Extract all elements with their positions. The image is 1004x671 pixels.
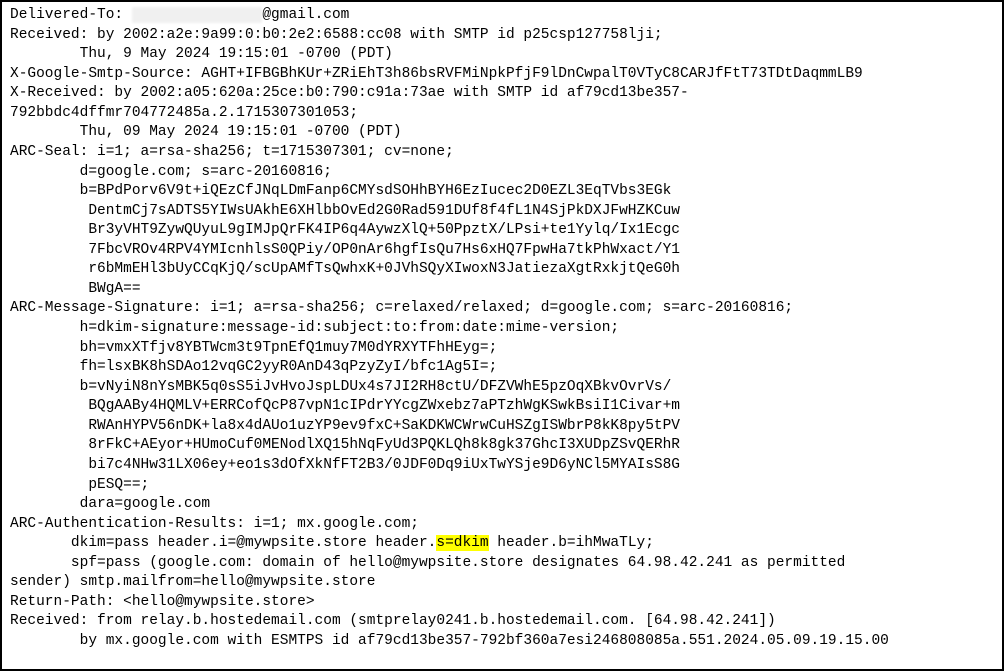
dkim-selector-highlight: s=dkim bbox=[436, 535, 488, 551]
header-line: Received: from relay.b.hostedemail.com (… bbox=[10, 612, 994, 632]
header-line: 7FbcVROv4RPV4YMIcnhlsS0QPiy/OP0nAr6hgfIs… bbox=[10, 241, 994, 261]
dkim-suffix: header.b=ihMwaTLy; bbox=[489, 535, 654, 551]
redacted-local-part: xxxxx.xxxxxxxxx bbox=[132, 7, 263, 23]
header-line: dara=google.com bbox=[10, 495, 994, 515]
header-line: d=google.com; s=arc-20160816; bbox=[10, 163, 994, 183]
header-line: b=BPdPorv6V9t+iQEzCfJNqLDmFanp6CMYsdSOHh… bbox=[10, 182, 994, 202]
header-line: r6bMmEHl3bUyCCqKjQ/scUpAMfTsQwhxK+0JVhSQ… bbox=[10, 260, 994, 280]
header-line: DentmCj7sADTS5YIWsUAkhE6XHlbbOvEd2G0Rad5… bbox=[10, 202, 994, 222]
header-line: ARC-Seal: i=1; a=rsa-sha256; t=171530730… bbox=[10, 143, 994, 163]
header-line: BQgAABy4HQMLV+ERRCofQcP87vpN1cIPdrYYcgZW… bbox=[10, 397, 994, 417]
header-line: X-Google-Smtp-Source: AGHT+IFBGBhKUr+ZRi… bbox=[10, 65, 994, 85]
header-line: Received: by 2002:a2e:9a99:0:b0:2e2:6588… bbox=[10, 26, 994, 46]
header-line: RWAnHYPV56nDK+la8x4dAUo1uzYP9ev9fxC+SaKD… bbox=[10, 417, 994, 437]
delivered-to-label: Delivered-To: bbox=[10, 7, 132, 23]
header-line: Thu, 09 May 2024 19:15:01 -0700 (PDT) bbox=[10, 123, 994, 143]
header-line: ARC-Message-Signature: i=1; a=rsa-sha256… bbox=[10, 299, 994, 319]
header-line: bi7c4NHw31LX06ey+eo1s3dOfXkNfFT2B3/0JDF0… bbox=[10, 456, 994, 476]
header-line: ARC-Authentication-Results: i=1; mx.goog… bbox=[10, 515, 994, 535]
header-line: bh=vmxXTfjv8YBTWcm3t9TpnEfQ1muy7M0dYRXYT… bbox=[10, 339, 994, 359]
header-line: 8rFkC+AEyor+HUmoCuf0MENodlXQ15hNqFyUd3PQ… bbox=[10, 436, 994, 456]
header-line: b=vNyiN8nYsMBK5q0sS5iJvHvoJspLDUx4s7JI2R… bbox=[10, 378, 994, 398]
header-line: Delivered-To: xxxxx.xxxxxxxxx@gmail.com bbox=[10, 6, 994, 26]
header-line: 792bbdc4dffmr704772485a.2.1715307301053; bbox=[10, 104, 994, 124]
header-line: dkim=pass header.i=@mywpsite.store heade… bbox=[10, 534, 994, 554]
email-headers-view: Delivered-To: xxxxx.xxxxxxxxx@gmail.com … bbox=[0, 0, 1004, 671]
header-line: h=dkim-signature:message-id:subject:to:f… bbox=[10, 319, 994, 339]
header-line: fh=lsxBK8hSDAo12vqGC2yyR0AnD43qPzyZyI/bf… bbox=[10, 358, 994, 378]
header-line: pESQ==; bbox=[10, 476, 994, 496]
header-line: Return-Path: <hello@mywpsite.store> bbox=[10, 593, 994, 613]
header-line: Br3yVHT9ZywQUyuL9gIMJpQrFK4IP6q4AywzXlQ+… bbox=[10, 221, 994, 241]
header-line: sender) smtp.mailfrom=hello@mywpsite.sto… bbox=[10, 573, 994, 593]
header-line: by mx.google.com with ESMTPS id af79cd13… bbox=[10, 632, 994, 652]
header-line: Thu, 9 May 2024 19:15:01 -0700 (PDT) bbox=[10, 45, 994, 65]
delivered-to-domain: @gmail.com bbox=[262, 7, 349, 23]
header-line: spf=pass (google.com: domain of hello@my… bbox=[10, 554, 994, 574]
header-line: BWgA== bbox=[10, 280, 994, 300]
dkim-prefix: dkim=pass header.i=@mywpsite.store heade… bbox=[10, 535, 436, 551]
header-line: X-Received: by 2002:a05:620a:25ce:b0:790… bbox=[10, 84, 994, 104]
